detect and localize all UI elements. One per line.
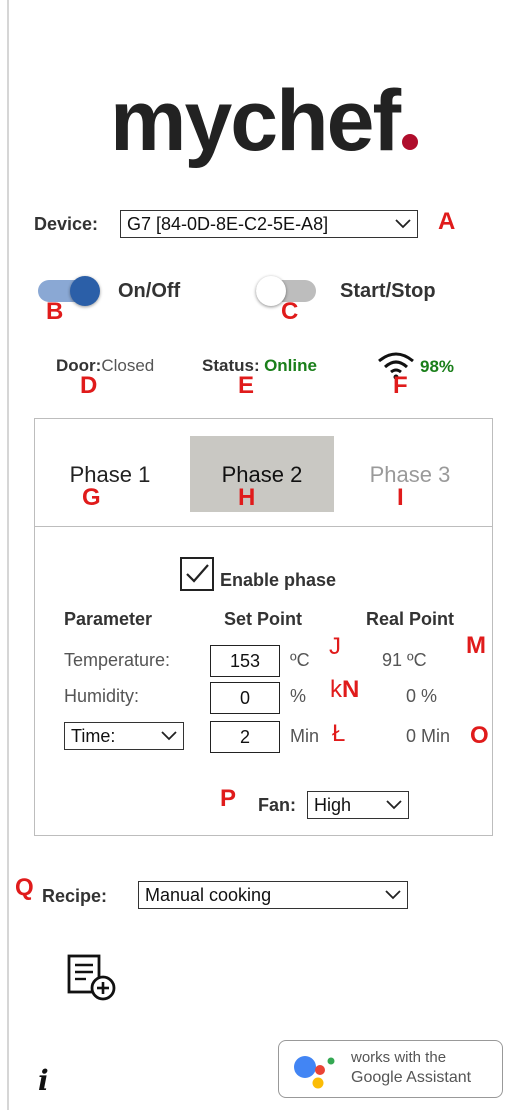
time-input[interactable]: 2 bbox=[210, 721, 280, 753]
door-status: Door:Closed bbox=[56, 356, 154, 376]
chevron-down-icon bbox=[385, 890, 401, 900]
annotation-a: A bbox=[438, 208, 456, 235]
humidity-real: 0 % bbox=[406, 686, 438, 706]
header-real-point: Real Point bbox=[366, 609, 455, 629]
header-parameter: Parameter bbox=[64, 609, 153, 629]
enable-phase-label: Enable phase bbox=[220, 570, 337, 590]
tab-phase-3[interactable]: Phase 3 bbox=[350, 462, 470, 488]
temperature-label: Temperature: bbox=[64, 650, 171, 670]
time-select-value: Time: bbox=[71, 725, 116, 746]
device-label: Device: bbox=[34, 214, 99, 234]
chevron-down-icon bbox=[395, 219, 411, 229]
annotation-l: Ł bbox=[332, 720, 346, 747]
annotation-o: O bbox=[470, 722, 489, 749]
logo-text: mychef bbox=[110, 73, 401, 169]
annotation-c: C bbox=[281, 298, 299, 325]
humidity-input[interactable]: 0 bbox=[210, 682, 280, 714]
device-select-value: G7 [84-0D-8E-C2-5E-A8] bbox=[127, 213, 329, 234]
onoff-toggle-knob bbox=[70, 276, 100, 306]
time-real: 0 Min bbox=[406, 726, 451, 746]
chevron-down-icon bbox=[161, 731, 177, 741]
annotation-k: k bbox=[330, 676, 342, 703]
checkmark-icon bbox=[186, 564, 209, 583]
ga-line-2: Google Assistant bbox=[351, 1069, 472, 1086]
annotation-kn: kN bbox=[330, 676, 359, 704]
enable-phase-checkbox[interactable] bbox=[180, 557, 214, 591]
humidity-label: Humidity: bbox=[64, 686, 140, 706]
left-border bbox=[7, 0, 9, 1110]
annotation-n: N bbox=[342, 676, 360, 703]
recipe-select[interactable]: Manual cooking bbox=[138, 881, 408, 909]
connection-status: Status: Online bbox=[202, 356, 317, 376]
tab-divider bbox=[34, 526, 493, 527]
fan-label: Fan: bbox=[258, 795, 296, 815]
google-assistant-icon bbox=[294, 1056, 335, 1089]
startstop-label: Start/Stop bbox=[340, 280, 436, 302]
temperature-input[interactable]: 153 bbox=[210, 645, 280, 677]
fan-select-value: High bbox=[314, 794, 352, 815]
wifi-strength: 98% bbox=[420, 357, 455, 376]
onoff-label: On/Off bbox=[118, 280, 181, 302]
humidity-unit: % bbox=[290, 686, 307, 706]
recipe-label: Recipe: bbox=[42, 886, 108, 906]
time-select[interactable]: Time: bbox=[64, 722, 184, 750]
info-icon[interactable]: i bbox=[38, 1064, 49, 1097]
annotation-g: G bbox=[82, 484, 101, 511]
time-unit: Min bbox=[290, 726, 320, 746]
tab-phase-2-label: Phase 2 bbox=[221, 462, 303, 487]
recipe-select-value: Manual cooking bbox=[145, 884, 272, 905]
annotation-f: F bbox=[393, 372, 408, 399]
device-select[interactable]: G7 [84-0D-8E-C2-5E-A8] bbox=[120, 210, 418, 238]
tab-phase-2[interactable]: Phase 2 bbox=[190, 436, 334, 512]
chevron-down-icon bbox=[386, 800, 402, 810]
tab-phase-1[interactable]: Phase 1 bbox=[48, 462, 172, 488]
annotation-m: M bbox=[466, 632, 486, 659]
annotation-q: Q bbox=[15, 874, 34, 901]
fan-select[interactable]: High bbox=[307, 791, 409, 819]
annotation-i: I bbox=[397, 484, 404, 511]
annotation-b: B bbox=[46, 298, 64, 325]
status-value: Online bbox=[264, 356, 317, 375]
google-assistant-badge[interactable]: works with the Google Assistant bbox=[278, 1040, 503, 1098]
annotation-p: P bbox=[220, 785, 237, 812]
temperature-real: 91 ºC bbox=[382, 650, 427, 670]
ga-line-1: works with the bbox=[351, 1049, 447, 1066]
logo-dot bbox=[402, 134, 419, 150]
door-value: Closed bbox=[101, 356, 155, 375]
annotation-h: H bbox=[238, 484, 256, 511]
annotation-d: D bbox=[80, 372, 98, 399]
annotation-e: E bbox=[238, 372, 255, 399]
add-recipe-icon[interactable] bbox=[66, 953, 118, 1003]
mychef-logo: mychef bbox=[110, 78, 419, 164]
temperature-unit: ºC bbox=[290, 650, 310, 670]
header-set-point: Set Point bbox=[224, 609, 303, 629]
annotation-j: J bbox=[329, 633, 341, 660]
